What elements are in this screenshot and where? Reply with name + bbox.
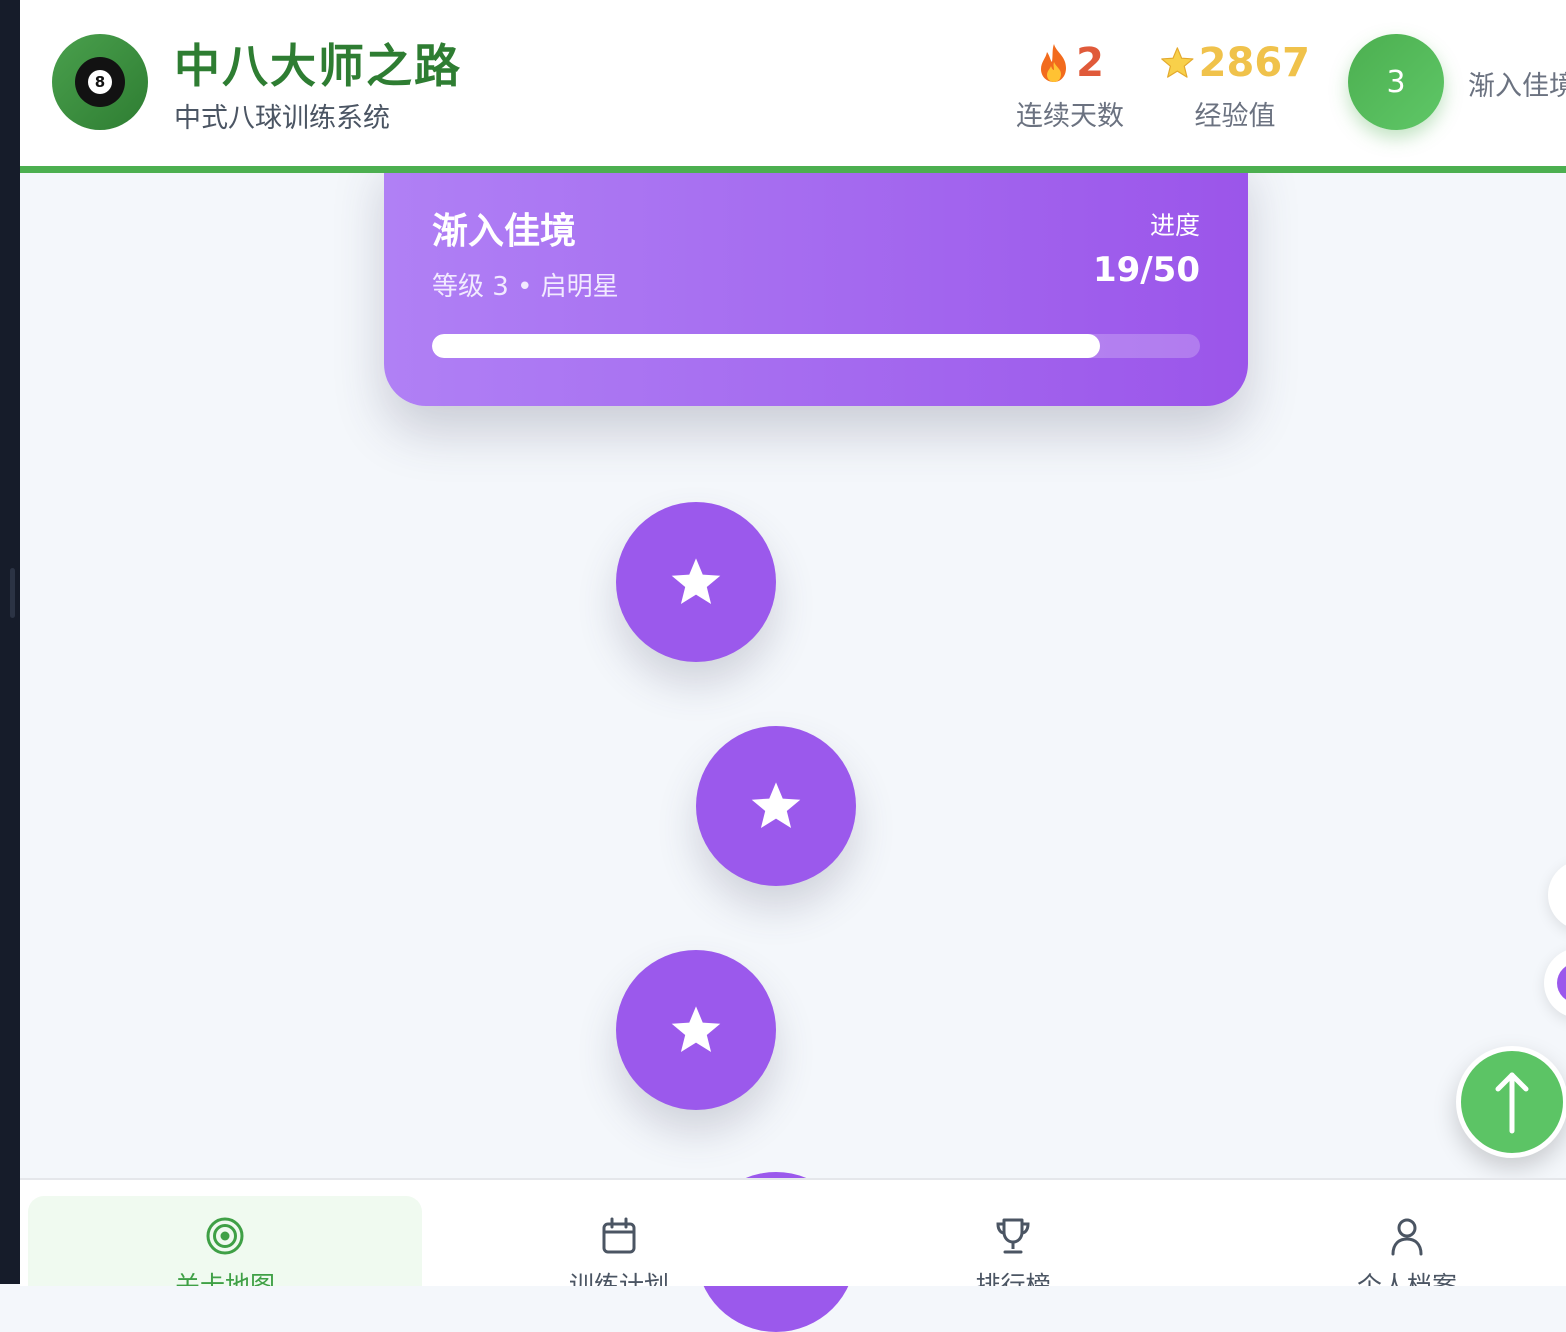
nav-training-plan[interactable]: 训练计划 bbox=[422, 1196, 816, 1286]
resize-handle[interactable] bbox=[10, 568, 15, 618]
xp-stat: 2867 经验值 bbox=[1160, 38, 1310, 133]
user-level-name: 渐入佳境 bbox=[1468, 71, 1566, 102]
side-button[interactable] bbox=[1544, 948, 1566, 1018]
user-icon bbox=[1391, 1218, 1423, 1256]
progress-bar-fill bbox=[432, 334, 1101, 358]
bottom-nav: 关卡地图 训练计划 排行榜 个人档案 bbox=[20, 1178, 1566, 1286]
xp-label: 经验值 bbox=[1194, 101, 1276, 132]
nav-leaderboard[interactable]: 排行榜 bbox=[816, 1196, 1210, 1286]
nav-level-map[interactable]: 关卡地图 bbox=[28, 1196, 422, 1286]
nav-label: 排行榜 bbox=[975, 1271, 1051, 1286]
streak-value: 2 bbox=[1076, 40, 1104, 86]
xp-value: 2867 bbox=[1198, 40, 1310, 86]
progress-value: 19/50 bbox=[1092, 250, 1200, 290]
user-level-badge[interactable]: 3 bbox=[1348, 34, 1444, 130]
level-title: 渐入佳境 bbox=[432, 211, 577, 252]
app-title: 中八大师之路 bbox=[174, 39, 462, 93]
eight-ball-icon: 8 bbox=[75, 57, 125, 107]
star-icon bbox=[1161, 47, 1194, 78]
trophy-icon bbox=[996, 1218, 1030, 1254]
scroll-top-button[interactable] bbox=[1456, 1046, 1566, 1158]
target-icon bbox=[206, 1217, 244, 1255]
nav-profile[interactable]: 个人档案 bbox=[1210, 1196, 1566, 1286]
level-node[interactable] bbox=[616, 502, 776, 662]
level-subtitle: 等级 3 • 启明星 bbox=[432, 272, 619, 302]
nav-label: 关卡地图 bbox=[174, 1271, 275, 1286]
level-node[interactable] bbox=[696, 726, 856, 886]
calendar-icon bbox=[602, 1217, 636, 1254]
fire-icon bbox=[1041, 44, 1067, 82]
streak-stat: 2 连续天数 bbox=[1010, 38, 1130, 133]
level-node[interactable] bbox=[616, 950, 776, 1110]
app-logo: 8 bbox=[52, 34, 148, 130]
app-subtitle: 中式八球训练系统 bbox=[174, 103, 390, 134]
side-indicator bbox=[1557, 963, 1566, 1003]
star-icon bbox=[671, 1006, 721, 1053]
star-icon bbox=[671, 558, 721, 605]
app-header: 8 中八大师之路 中式八球训练系统 2 连续天数 2867 经验值 3 渐入佳境 bbox=[20, 0, 1566, 173]
side-button[interactable] bbox=[1548, 860, 1566, 930]
nav-label: 个人档案 bbox=[1356, 1271, 1457, 1286]
ball-number: 8 bbox=[88, 70, 112, 94]
star-icon bbox=[751, 782, 801, 829]
streak-label: 连续天数 bbox=[1016, 101, 1124, 132]
arrow-up-icon bbox=[1495, 1072, 1529, 1134]
progress-label: 进度 bbox=[1149, 211, 1200, 240]
window-edge bbox=[0, 0, 20, 1284]
level-progress-card: 渐入佳境 等级 3 • 启明星 进度 19/50 bbox=[384, 150, 1248, 406]
nav-label: 训练计划 bbox=[568, 1271, 669, 1286]
progress-bar bbox=[432, 334, 1200, 358]
